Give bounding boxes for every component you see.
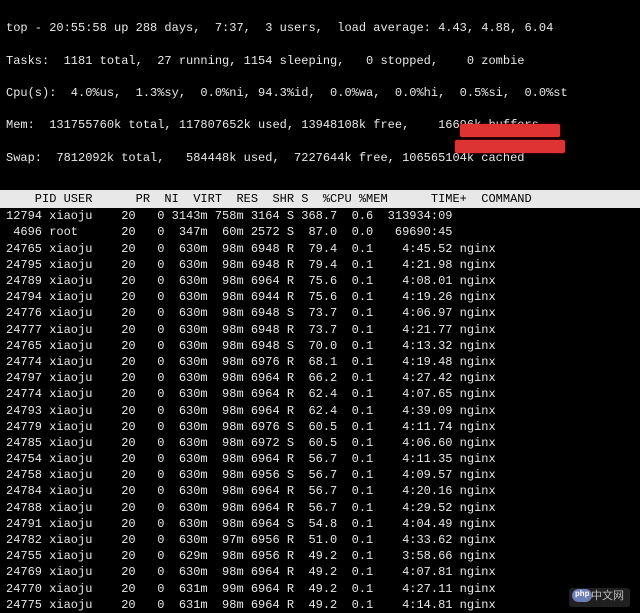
table-row: 24775 xiaoju 20 0 631m 98m 6964 R 49.2 0… — [0, 597, 640, 613]
watermark: php 中文网 — [569, 588, 630, 607]
table-row: 24795 xiaoju 20 0 630m 98m 6948 R 79.4 0… — [0, 257, 640, 273]
table-row: 24789 xiaoju 20 0 630m 98m 6964 R 75.6 0… — [0, 273, 640, 289]
table-row: 24784 xiaoju 20 0 630m 98m 6964 R 56.7 0… — [0, 483, 640, 499]
table-row: 4696 root 20 0 347m 60m 2572 S 87.0 0.0 … — [0, 224, 640, 240]
process-table-header: PID USER PR NI VIRT RES SHR S %CPU %MEM … — [0, 190, 640, 208]
table-row: 24779 xiaoju 20 0 630m 98m 6976 S 60.5 0… — [0, 419, 640, 435]
summary-uptime: top - 20:55:58 up 288 days, 7:37, 3 user… — [6, 20, 634, 36]
table-row: 24791 xiaoju 20 0 630m 98m 6964 S 54.8 0… — [0, 516, 640, 532]
table-row: 24774 xiaoju 20 0 630m 98m 6964 R 62.4 0… — [0, 386, 640, 402]
table-row: 24793 xiaoju 20 0 630m 98m 6964 R 62.4 0… — [0, 403, 640, 419]
table-row: 24765 xiaoju 20 0 630m 98m 6948 S 70.0 0… — [0, 338, 640, 354]
table-row: 24754 xiaoju 20 0 630m 98m 6964 R 56.7 0… — [0, 451, 640, 467]
table-row: 24758 xiaoju 20 0 630m 98m 6956 S 56.7 0… — [0, 467, 640, 483]
table-row: 24769 xiaoju 20 0 630m 98m 6964 R 49.2 0… — [0, 564, 640, 580]
table-row: 24785 xiaoju 20 0 630m 98m 6972 S 60.5 0… — [0, 435, 640, 451]
table-row: 24770 xiaoju 20 0 631m 99m 6964 R 49.2 0… — [0, 581, 640, 597]
php-logo-icon: php — [572, 589, 592, 602]
table-row: 24794 xiaoju 20 0 630m 98m 6944 R 75.6 0… — [0, 289, 640, 305]
table-row: 24782 xiaoju 20 0 630m 97m 6956 R 51.0 0… — [0, 532, 640, 548]
table-row: 24788 xiaoju 20 0 630m 98m 6964 R 56.7 0… — [0, 500, 640, 516]
table-row: 24776 xiaoju 20 0 630m 98m 6948 S 73.7 0… — [0, 305, 640, 321]
summary-cpu: Cpu(s): 4.0%us, 1.3%sy, 0.0%ni, 94.3%id,… — [6, 85, 634, 101]
table-row: 12794 xiaoju 20 0 3143m 758m 3164 S 368.… — [0, 208, 640, 224]
table-row: 24765 xiaoju 20 0 630m 98m 6948 R 79.4 0… — [0, 241, 640, 257]
table-row: 24755 xiaoju 20 0 629m 98m 6956 R 49.2 0… — [0, 548, 640, 564]
summary-tasks: Tasks: 1181 total, 27 running, 1154 slee… — [6, 53, 634, 69]
table-row: 24774 xiaoju 20 0 630m 98m 6976 R 68.1 0… — [0, 354, 640, 370]
table-row: 24797 xiaoju 20 0 630m 98m 6964 R 66.2 0… — [0, 370, 640, 386]
table-row: 24777 xiaoju 20 0 630m 98m 6948 R 73.7 0… — [0, 322, 640, 338]
redaction-mark — [460, 124, 560, 137]
redaction-mark — [455, 140, 565, 153]
summary-block: top - 20:55:58 up 288 days, 7:37, 3 user… — [0, 0, 640, 184]
